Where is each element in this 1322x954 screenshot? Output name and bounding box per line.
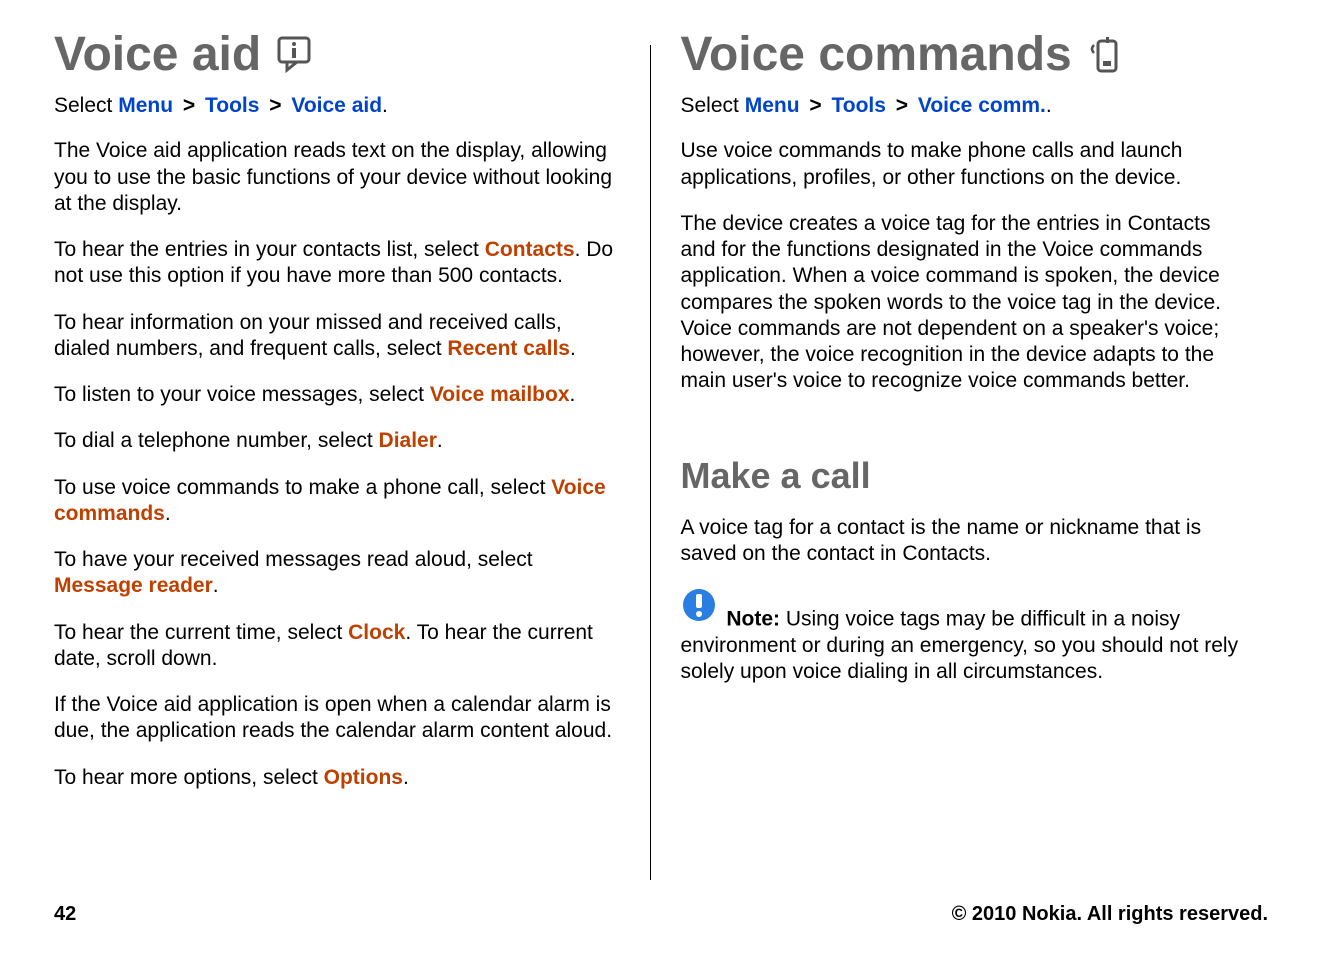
page-footer: 42 © 2010 Nokia. All rights reserved. [54,903,1268,926]
dialer-link[interactable]: Dialer [379,429,437,452]
note-block: Note: Using voice tags may be difficult … [681,587,1247,685]
mr-post-text: . [213,574,219,597]
voice-commands-paragraph: To use voice commands to make a phone ca… [54,475,620,528]
make-a-call-intro-paragraph: A voice tag for a contact is the name or… [681,515,1247,568]
voice-commands-title-text: Voice commands [681,30,1072,80]
breadcrumb-prefix: Select [681,94,745,117]
clock-pre-text: To hear the current time, select [54,621,348,644]
clock-paragraph: To hear the current time, select Clock. … [54,620,620,673]
breadcrumb-menu-link[interactable]: Menu [118,94,173,117]
message-reader-link[interactable]: Message reader [54,574,213,597]
phone-voice-icon [1086,35,1126,75]
voice-commands-description-paragraph: The device creates a voice tag for the e… [681,211,1247,395]
breadcrumb-tools-link[interactable]: Tools [831,94,885,117]
breadcrumb-suffix: . [382,94,388,117]
left-column: Voice aid Select Menu > Tools > Voice ai… [54,30,650,875]
calendar-alarm-paragraph: If the Voice aid application is open whe… [54,692,620,745]
options-link[interactable]: Options [324,766,403,789]
copyright-text: © 2010 Nokia. All rights reserved. [952,903,1268,926]
contacts-paragraph: To hear the entries in your contacts lis… [54,237,620,290]
breadcrumb-separator: > [265,94,285,117]
options-paragraph: To hear more options, select Options. [54,765,620,791]
options-pre-text: To hear more options, select [54,766,324,789]
right-column: Voice commands Select Menu > Tools > Voi… [651,30,1269,875]
voice-mailbox-paragraph: To listen to your voice messages, select… [54,382,620,408]
breadcrumb-voice-aid-link[interactable]: Voice aid [291,94,382,117]
dialer-paragraph: To dial a telephone number, select Diale… [54,428,620,454]
voice-mailbox-link[interactable]: Voice mailbox [430,383,570,406]
dialer-pre-text: To dial a telephone number, select [54,429,379,452]
recent-calls-link[interactable]: Recent calls [447,337,570,360]
clock-link[interactable]: Clock [348,621,405,644]
voice-aid-intro-paragraph: The Voice aid application reads text on … [54,138,620,217]
vc-pre-text: To use voice commands to make a phone ca… [54,476,551,499]
contacts-pre-text: To hear the entries in your contacts lis… [54,238,485,261]
manual-page: Voice aid Select Menu > Tools > Voice ai… [0,0,1322,954]
voice-aid-breadcrumb: Select Menu > Tools > Voice aid. [54,94,620,118]
breadcrumb-separator: > [179,94,199,117]
voice-commands-intro-paragraph: Use voice commands to make phone calls a… [681,138,1247,191]
breadcrumb-suffix: . [1046,94,1052,117]
two-column-layout: Voice aid Select Menu > Tools > Voice ai… [54,30,1268,875]
breadcrumb-prefix: Select [54,94,118,117]
vm-post-text: . [570,383,576,406]
dialer-post-text: . [437,429,443,452]
contacts-link[interactable]: Contacts [485,238,575,261]
options-post-text: . [403,766,409,789]
breadcrumb-voice-comm-link[interactable]: Voice comm. [918,94,1046,117]
recent-calls-paragraph: To hear information on your missed and r… [54,310,620,363]
recent-post-text: . [570,337,576,360]
message-reader-paragraph: To have your received messages read alou… [54,547,620,600]
make-a-call-heading: Make a call [681,455,1247,497]
note-label: Note: [726,607,780,630]
info-speech-icon [275,36,317,74]
page-number: 42 [54,903,76,926]
breadcrumb-separator: > [892,94,912,117]
warning-note-icon [681,587,717,630]
vc-post-text: . [165,502,171,525]
breadcrumb-tools-link[interactable]: Tools [205,94,259,117]
voice-aid-heading: Voice aid [54,30,620,80]
voice-commands-heading: Voice commands [681,30,1247,80]
breadcrumb-menu-link[interactable]: Menu [745,94,800,117]
vm-pre-text: To listen to your voice messages, select [54,383,430,406]
breadcrumb-separator: > [805,94,825,117]
voice-aid-title-text: Voice aid [54,30,261,80]
mr-pre-text: To have your received messages read alou… [54,548,533,571]
voice-commands-breadcrumb: Select Menu > Tools > Voice comm.. [681,94,1247,118]
